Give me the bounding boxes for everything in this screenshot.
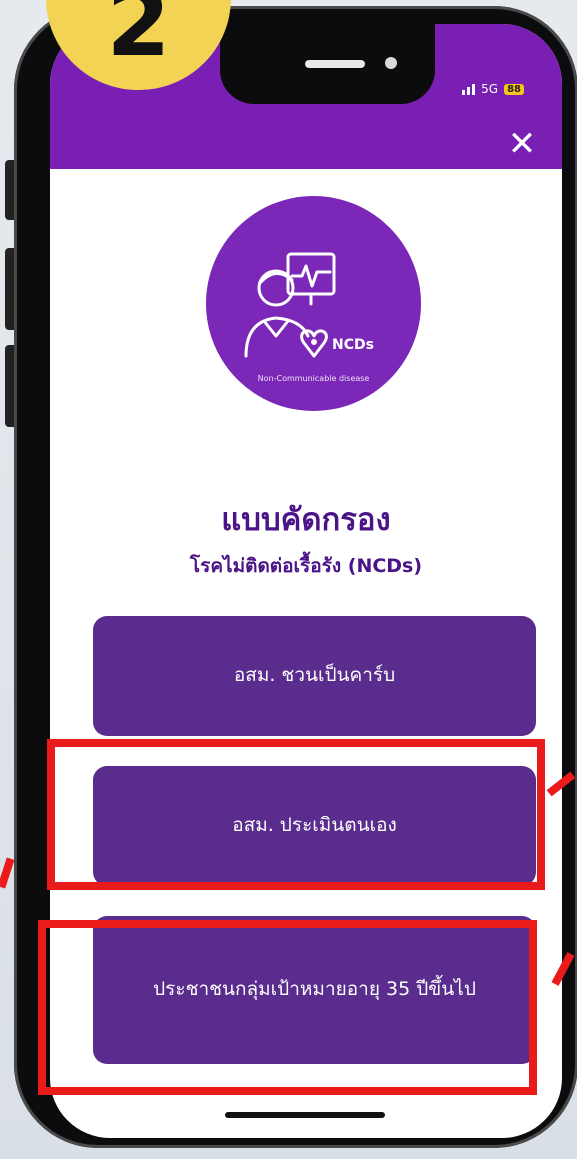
- highlight-box: [47, 739, 545, 890]
- menu-button-label: อสม. ชวนเป็นคาร์บ: [233, 664, 396, 687]
- speaker-icon: [305, 60, 365, 68]
- phone-notch: [220, 24, 435, 104]
- camera-icon: [385, 57, 397, 69]
- close-button[interactable]: ✕: [507, 127, 537, 161]
- ncds-logo: NCDs Non-Communicable disease: [206, 196, 421, 411]
- network-label: 5G: [481, 82, 499, 96]
- logo-subtitle: Non-Communicable disease: [257, 374, 370, 383]
- status-bar: 5G 88: [462, 82, 524, 96]
- highlight-box: [38, 920, 537, 1095]
- home-indicator: [225, 1112, 385, 1118]
- page-title: แบบคัดกรอง: [221, 502, 391, 538]
- menu-button-1[interactable]: อสม. ชวนเป็นคาร์บ: [93, 616, 536, 736]
- signal-icon: [462, 83, 476, 95]
- page-subtitle: โรคไม่ติดต่อเรื้อรัง (NCDs): [189, 555, 423, 577]
- logo-badge-text: NCDs: [332, 337, 374, 353]
- step-number: 2: [106, 0, 171, 77]
- battery-icon: 88: [504, 83, 524, 95]
